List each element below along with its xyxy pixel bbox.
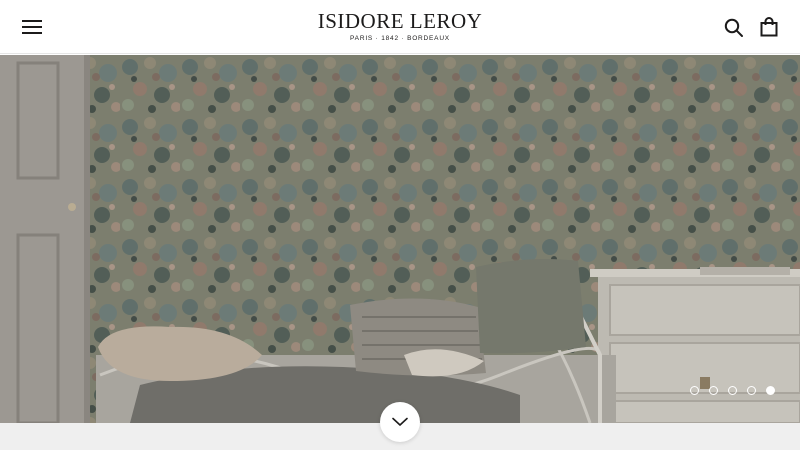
shopping-bag-icon[interactable]: [760, 17, 778, 37]
scroll-down-button[interactable]: [380, 402, 420, 442]
chevron-down-icon: [392, 417, 408, 426]
hero-image: [0, 55, 800, 423]
slide-dot[interactable]: [747, 386, 756, 395]
slide-dot[interactable]: [709, 386, 718, 395]
search-icon[interactable]: [724, 18, 744, 38]
slide-dot[interactable]: [690, 386, 699, 395]
slide-dot-active[interactable]: [766, 386, 775, 395]
brand-name: ISIDORE LEROY: [317, 9, 483, 33]
brand-logo[interactable]: ISIDORE LEROY PARIS · 1842 · BORDEAUX: [0, 10, 800, 42]
slide-dot[interactable]: [728, 386, 737, 395]
hero-slideshow: [0, 55, 800, 423]
brand-tagline: PARIS · 1842 · BORDEAUX: [350, 35, 450, 42]
site-header: ISIDORE LEROY PARIS · 1842 · BORDEAUX: [0, 0, 800, 54]
